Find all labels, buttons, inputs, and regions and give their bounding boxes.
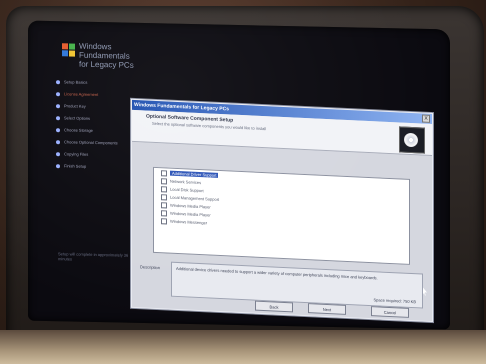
wizard-step-label: Product Key xyxy=(64,103,86,109)
setup-time-note: Setup will complete in approximately 36 … xyxy=(58,251,129,262)
back-button[interactable]: Back xyxy=(255,300,293,313)
windows-flag-icon xyxy=(62,43,76,57)
wizard-step-label: License Agreement xyxy=(64,91,99,98)
component-checkbox[interactable] xyxy=(161,217,167,224)
component-checkbox[interactable] xyxy=(161,209,167,216)
component-checkbox[interactable] xyxy=(161,201,167,208)
photo-scene: Windows Fundamentals for Legacy PCs Setu… xyxy=(0,0,486,364)
wizard-step-label: Finish Setup xyxy=(64,163,87,169)
step-bullet-icon xyxy=(56,139,60,144)
wizard-step-1: Setup Basics xyxy=(56,77,156,88)
wizard-step-label: Choose Optional Components xyxy=(64,139,118,146)
wizard-step-label: Select Options xyxy=(64,115,91,121)
component-label: Additional Driver Support xyxy=(170,170,219,178)
cancel-button[interactable]: Cancel xyxy=(371,306,409,318)
step-bullet-icon xyxy=(56,103,60,108)
space-required: Space required: 750 KB xyxy=(373,297,416,305)
disc-icon xyxy=(399,126,425,154)
component-checkbox[interactable] xyxy=(161,193,167,200)
disc-graphic xyxy=(404,132,418,148)
component-label: Local Disk Support xyxy=(170,186,204,194)
step-bullet-icon xyxy=(56,115,60,120)
mouse-pointer-icon xyxy=(423,288,427,296)
step-bullet-icon xyxy=(56,91,60,96)
description-label: Description xyxy=(140,264,161,271)
step-bullet-icon xyxy=(56,151,60,156)
step-bullet-icon xyxy=(56,79,60,84)
step-bullet-icon xyxy=(56,127,60,132)
desk-surface xyxy=(0,330,486,364)
component-label: Windows Media Player xyxy=(170,202,211,210)
component-label: Windows Messenger xyxy=(170,218,208,226)
component-checkbox[interactable] xyxy=(161,169,167,176)
close-button[interactable]: X xyxy=(422,114,430,123)
component-checkbox[interactable] xyxy=(161,177,167,184)
component-checkbox[interactable] xyxy=(161,185,167,192)
description-text: Additional device drivers needed to supp… xyxy=(176,265,378,281)
setup-dialog: Windows Fundamentals for Legacy PCs X Op… xyxy=(131,98,433,323)
component-label: Network Services xyxy=(170,178,202,186)
step-bullet-icon xyxy=(56,163,60,168)
brand-title: Windows Fundamentals xyxy=(79,41,130,61)
monitor-screen: Windows Fundamentals for Legacy PCs Setu… xyxy=(28,20,450,330)
components-list[interactable]: Additional Driver Support Network Servic… xyxy=(153,166,410,265)
component-label: Windows Media Player xyxy=(170,210,211,218)
wizard-step-label: Choose Storage xyxy=(64,127,93,133)
windows-brand: Windows Fundamentals for Legacy PCs xyxy=(62,41,142,77)
brand-text: Windows Fundamentals for Legacy PCs xyxy=(79,42,142,70)
component-label: Local Management Support xyxy=(170,194,220,202)
wizard-step-label: Copying Files xyxy=(64,151,89,157)
next-button[interactable]: Next xyxy=(308,303,346,315)
wizard-step-label: Setup Basics xyxy=(64,79,88,85)
brand-subtitle: for Legacy PCs xyxy=(79,59,134,70)
